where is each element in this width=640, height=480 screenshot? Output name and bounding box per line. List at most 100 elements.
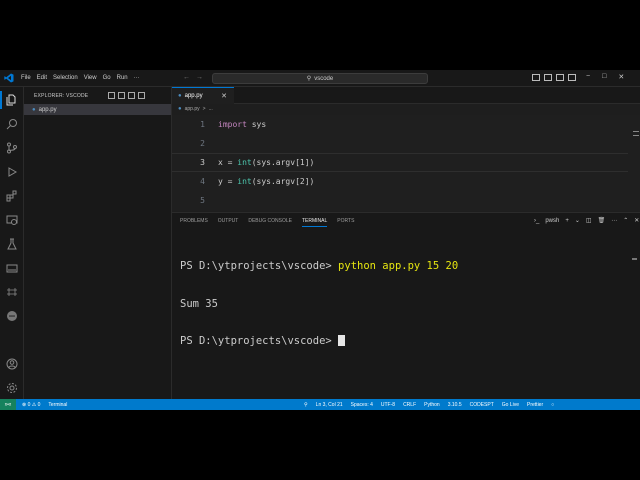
- close-panel-icon[interactable]: ✕: [634, 217, 639, 224]
- search-icon: ⚲: [306, 76, 312, 82]
- search-view-icon[interactable]: [5, 117, 19, 131]
- encoding[interactable]: UTF-8: [381, 402, 395, 408]
- terminal-status[interactable]: Terminal: [48, 402, 67, 408]
- terminal-cursor: [338, 335, 346, 346]
- code-line[interactable]: 3 x = int(sys.argv[1]): [172, 153, 628, 172]
- accounts-icon[interactable]: [5, 357, 19, 371]
- docker-icon[interactable]: [5, 261, 19, 275]
- builtin-token: int: [237, 158, 252, 167]
- tab-ports[interactable]: PORTS: [337, 218, 354, 227]
- split-terminal-icon[interactable]: ◫: [586, 217, 592, 224]
- maximize-button[interactable]: □: [602, 73, 606, 81]
- chevron-down-icon[interactable]: ⌄: [575, 217, 580, 224]
- new-file-icon[interactable]: [108, 92, 115, 99]
- bell-icon[interactable]: ○: [551, 402, 554, 408]
- new-terminal-icon[interactable]: +: [565, 218, 569, 224]
- forward-arrow-icon[interactable]: →: [196, 74, 203, 81]
- toggle-sidebar-icon[interactable]: [544, 74, 552, 81]
- activity-bar: [0, 87, 24, 399]
- command-center[interactable]: ⚲ vscode: [212, 73, 428, 84]
- explorer-icon[interactable]: [0, 91, 19, 109]
- menu-view[interactable]: View: [84, 75, 97, 81]
- nav-arrows: ← →: [183, 74, 203, 81]
- close-tab-icon[interactable]: ✕: [221, 92, 227, 100]
- breadcrumb-file[interactable]: app.py: [185, 106, 200, 112]
- line-number: 5: [200, 196, 205, 205]
- more-actions-icon[interactable]: ···: [611, 218, 617, 224]
- language-mode[interactable]: Python: [424, 402, 440, 408]
- customize-layout-icon[interactable]: [532, 74, 540, 81]
- gitlens-icon[interactable]: [5, 285, 19, 299]
- menu-go[interactable]: Go: [103, 75, 111, 81]
- extensions-icon[interactable]: [5, 189, 19, 203]
- code-editor[interactable]: 1 import sys 2 3 x = int(sys.argv[1]) 4 y = in…: [172, 115, 640, 211]
- line-ending[interactable]: CRLF: [403, 402, 416, 408]
- tab-output[interactable]: OUTPUT: [218, 218, 239, 227]
- code-token: (sys.argv[2]): [251, 177, 315, 186]
- python-interpreter[interactable]: 3.10.5: [448, 402, 462, 408]
- menu-more[interactable]: ···: [134, 75, 140, 81]
- terminal-output[interactable]: PS D:\ytprojects\vscode> python app.py 1…: [180, 235, 458, 373]
- breadcrumb-separator: >: [202, 106, 206, 112]
- tab-problems[interactable]: PROBLEMS: [180, 218, 208, 227]
- minimize-button[interactable]: −: [586, 73, 590, 81]
- vscode-logo-icon: [0, 70, 18, 87]
- collapse-all-icon[interactable]: [138, 92, 145, 99]
- tab-debug-console[interactable]: DEBUG CONSOLE: [248, 218, 292, 227]
- close-window-button[interactable]: ✕: [618, 73, 624, 81]
- tab-app-py[interactable]: ● app.py ✕: [172, 87, 234, 104]
- gear-icon[interactable]: [5, 381, 19, 395]
- chat-icon[interactable]: [5, 309, 19, 323]
- status-right: ⚲ Ln 3, Col 21 Spaces: 4 UTF-8 CRLF Pyth…: [304, 402, 554, 408]
- cursor-position[interactable]: Ln 3, Col 21: [316, 402, 343, 408]
- trash-icon[interactable]: 🗑: [598, 217, 606, 224]
- codesnap-status[interactable]: CODESPT: [470, 402, 494, 408]
- new-folder-icon[interactable]: [118, 92, 125, 99]
- menu-edit[interactable]: Edit: [37, 75, 47, 81]
- refresh-icon[interactable]: [128, 92, 135, 99]
- menu-selection[interactable]: Selection: [53, 75, 78, 81]
- keyword-token: import: [218, 120, 247, 129]
- toggle-panel-icon[interactable]: [556, 74, 564, 81]
- code-line[interactable]: 4 y = int(sys.argv[2]): [172, 172, 628, 191]
- code-text: x = int(sys.argv[1]): [218, 158, 314, 167]
- toggle-secondary-sidebar-icon[interactable]: [568, 74, 576, 81]
- go-live-button[interactable]: Go Live: [502, 402, 519, 408]
- indentation[interactable]: Spaces: 4: [351, 402, 373, 408]
- zoom-icon[interactable]: ⚲: [304, 402, 308, 408]
- tab-terminal[interactable]: TERMINAL: [301, 218, 328, 227]
- file-item-app-py[interactable]: ● app.py: [24, 104, 171, 115]
- terminal-prompt: PS D:\ytprojects\vscode>: [180, 260, 339, 272]
- prettier-status[interactable]: Prettier: [527, 402, 543, 408]
- back-arrow-icon[interactable]: ←: [183, 74, 190, 81]
- status-bar: »« ⊗ 0 ⚠ 0 Terminal ⚲ Ln 3, Col 21 Space…: [0, 399, 640, 410]
- editor-tabs: ● app.py ✕: [172, 87, 640, 104]
- panel-actions: ›_ pwsh + ⌄ ◫ 🗑 ··· ⌃ ✕: [534, 217, 639, 225]
- terminal-prompt: PS D:\ytprojects\vscode>: [180, 335, 339, 347]
- code-token: x =: [218, 158, 238, 167]
- explorer-title: EXPLORER: VSCODE: [34, 93, 89, 99]
- layout-controls: [532, 74, 576, 81]
- minimap-marker: [633, 131, 639, 132]
- code-line[interactable]: 1 import sys: [172, 115, 628, 134]
- maximize-panel-icon[interactable]: ⌃: [623, 217, 628, 224]
- scrollbar-marker: [632, 258, 637, 260]
- terminal-icon: ›_: [534, 217, 540, 224]
- breadcrumb-more[interactable]: ...: [209, 106, 213, 112]
- menu-file[interactable]: File: [21, 75, 31, 81]
- python-file-icon: ●: [178, 106, 182, 112]
- menu-run[interactable]: Run: [117, 75, 128, 81]
- run-debug-icon[interactable]: [5, 165, 19, 179]
- problems-indicator[interactable]: ⊗ 0 ⚠ 0: [22, 402, 40, 408]
- remote-indicator[interactable]: »«: [0, 399, 16, 410]
- remote-explorer-icon[interactable]: [5, 213, 19, 227]
- code-line[interactable]: 5: [172, 191, 628, 210]
- window-controls: − □ ✕: [586, 73, 624, 81]
- shell-name[interactable]: pwsh: [545, 218, 559, 224]
- python-file-icon: ●: [178, 93, 182, 99]
- terminal-line: PS D:\ytprojects\vscode> python app.py 1…: [180, 260, 458, 273]
- source-control-icon[interactable]: [5, 141, 19, 155]
- testing-icon[interactable]: [5, 237, 19, 251]
- code-token: y =: [218, 177, 238, 186]
- code-line[interactable]: 2: [172, 134, 628, 153]
